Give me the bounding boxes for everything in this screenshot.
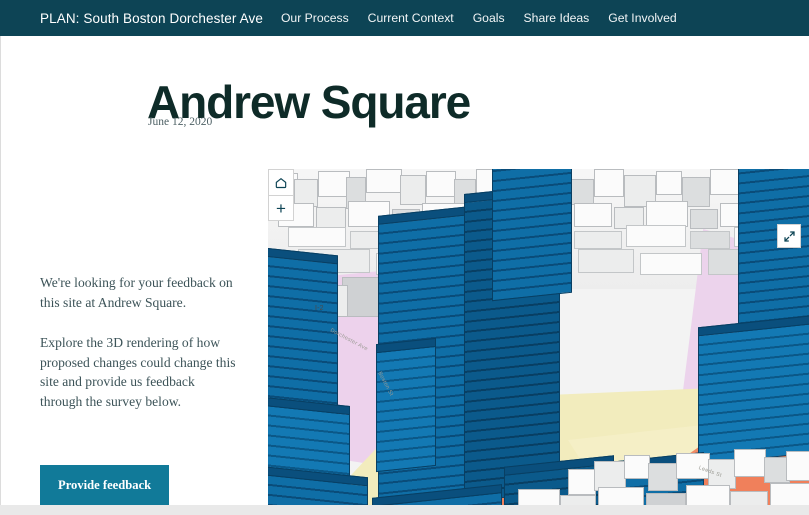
content-sheet: Andrew Square June 12, 2020 We're lookin…	[0, 36, 809, 505]
context-building	[730, 491, 768, 505]
page-root: PLAN: South Boston Dorchester Ave Our Pr…	[0, 0, 809, 515]
context-building	[626, 225, 686, 247]
fullscreen-button[interactable]	[777, 224, 801, 248]
context-building	[648, 463, 678, 491]
nav-link-get-involved[interactable]: Get Involved	[608, 11, 676, 25]
context-building	[646, 201, 688, 227]
publish-date: June 12, 2020	[148, 116, 213, 128]
map-control-stack: +	[268, 169, 294, 221]
nav-link-goals[interactable]: Goals	[473, 11, 505, 25]
context-building	[624, 455, 650, 479]
provide-feedback-button[interactable]: Provide feedback	[40, 465, 170, 505]
viewer-scene: I-2 Boston St Dorchester Ave Leeds St +	[268, 169, 809, 505]
context-building	[640, 253, 702, 275]
three-d-massing-viewer[interactable]: I-2 Boston St Dorchester Ave Leeds St +	[268, 169, 809, 505]
massing-volume	[268, 464, 368, 505]
context-building	[426, 171, 456, 197]
massing-volume	[492, 169, 572, 302]
intro-paragraph-2: Explore the 3D rendering of how proposed…	[40, 335, 236, 409]
context-building	[518, 489, 560, 505]
context-building	[568, 469, 596, 495]
context-building	[770, 483, 809, 505]
context-building	[366, 169, 402, 193]
site-brand-title[interactable]: PLAN: South Boston Dorchester Ave	[40, 11, 263, 26]
intro-copy: We're looking for your feedback on this …	[40, 273, 240, 411]
context-building	[574, 203, 612, 227]
primary-nav-links: Our Process Current Context Goals Share …	[281, 11, 677, 25]
nav-link-current-context[interactable]: Current Context	[368, 11, 454, 25]
page-bottom-strip	[0, 505, 809, 515]
zoom-in-button[interactable]: +	[268, 195, 294, 221]
map-label-i2: I-2	[315, 305, 324, 312]
context-building	[316, 207, 346, 229]
context-building	[400, 175, 426, 205]
home-view-button[interactable]	[268, 169, 294, 195]
context-building	[686, 485, 730, 505]
context-building	[288, 227, 346, 247]
context-building	[690, 209, 718, 229]
massing-volume	[698, 314, 809, 466]
context-building	[786, 451, 809, 481]
context-building	[574, 231, 622, 249]
context-building	[690, 231, 730, 249]
context-building	[594, 169, 624, 197]
plus-icon: +	[276, 198, 286, 218]
home-icon	[274, 176, 288, 190]
context-building	[646, 493, 686, 505]
expand-arrows-icon	[783, 230, 796, 243]
context-building	[570, 179, 594, 205]
context-building	[598, 487, 644, 505]
context-building	[560, 495, 596, 505]
context-building	[578, 249, 634, 273]
nav-link-our-process[interactable]: Our Process	[281, 11, 349, 25]
nav-link-share-ideas[interactable]: Share Ideas	[524, 11, 590, 25]
context-building	[734, 449, 766, 477]
top-navigation-bar: PLAN: South Boston Dorchester Ave Our Pr…	[0, 0, 809, 36]
context-building	[656, 171, 682, 195]
intro-paragraph-1: We're looking for your feedback on this …	[40, 275, 233, 310]
massing-volume	[376, 337, 436, 473]
